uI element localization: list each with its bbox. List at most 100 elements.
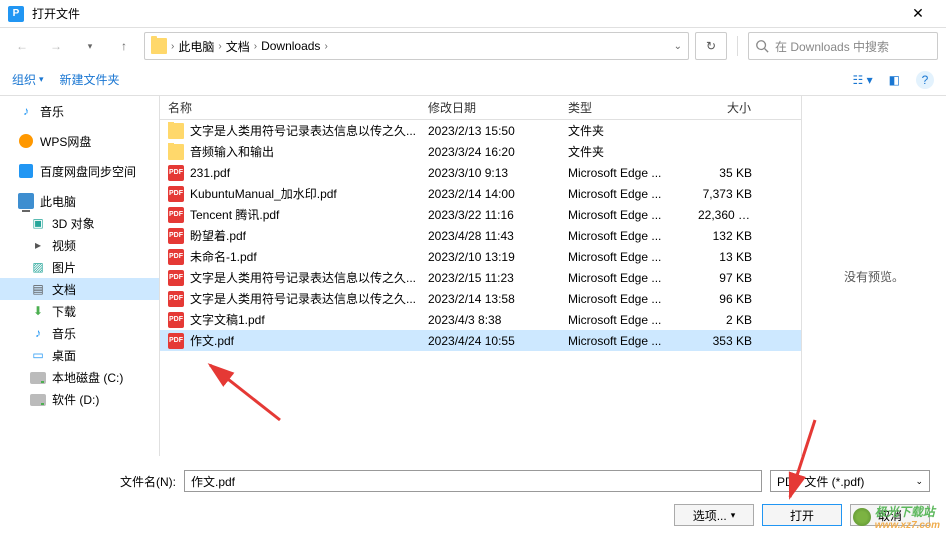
file-date: 2023/4/24 10:55 [420, 334, 560, 348]
view-mode-button[interactable]: ☷ ▾ [853, 73, 873, 87]
help-button[interactable]: ? [916, 71, 934, 89]
back-button[interactable]: ← [8, 33, 36, 59]
sidebar-item[interactable]: ▸视频 [0, 234, 159, 256]
address-dropdown-icon[interactable]: ⌄ [674, 41, 682, 52]
pdf-icon: PDF [168, 291, 184, 307]
file-date: 2023/2/14 14:00 [420, 187, 560, 201]
app-icon: P [8, 6, 24, 22]
address-bar[interactable]: › 此电脑 › 文档 › Downloads › ⌄ [144, 32, 689, 60]
file-date: 2023/3/22 11:16 [420, 208, 560, 222]
file-date: 2023/3/10 9:13 [420, 166, 560, 180]
pc-icon [18, 193, 34, 209]
file-row[interactable]: PDFTencent 腾讯.pdf2023/3/22 11:16Microsof… [160, 204, 801, 225]
file-size: 2 KB [690, 313, 760, 327]
pdf-icon: PDF [168, 186, 184, 202]
col-header-size[interactable]: 大小 [690, 96, 760, 119]
file-row[interactable]: PDF 231.pdf 2023/3/10 9:13Microsoft Edge .… [160, 162, 801, 183]
sidebar-item[interactable]: 百度网盘同步空间 [0, 160, 159, 182]
file-type: Microsoft Edge ... [560, 271, 690, 285]
sidebar-item-label: 软件 (D:) [52, 391, 99, 408]
file-size: 7,373 KB [690, 187, 760, 201]
file-type: 文件夹 [560, 143, 690, 160]
new-folder-button[interactable]: 新建文件夹 [60, 71, 120, 88]
sidebar-item[interactable]: ▭ 桌面 [0, 344, 159, 366]
col-header-name[interactable]: 名称 [160, 96, 420, 119]
close-button[interactable]: ✕ [898, 5, 938, 22]
sidebar-item[interactable]: ▣3D 对象 [0, 212, 159, 234]
desktop-icon: ▭ [30, 347, 46, 363]
watermark-logo-icon [853, 508, 871, 526]
search-input[interactable]: 在 Downloads 中搜索 [748, 32, 938, 60]
forward-button[interactable]: → [42, 33, 70, 59]
file-size: 96 KB [690, 292, 760, 306]
folder-icon [151, 38, 167, 54]
file-name: 231.pdf [190, 166, 230, 180]
breadcrumb-seg[interactable]: 此电脑 [178, 38, 214, 55]
file-row[interactable]: PDF未命名-1.pdf2023/2/10 13:19Microsoft Edg… [160, 246, 801, 267]
window-title: 打开文件 [32, 5, 898, 22]
recent-dropdown[interactable]: ▾ [76, 33, 104, 59]
file-name: 文字是人类用符号记录表达信息以传之久... [190, 290, 416, 307]
sidebar-item[interactable]: ▤文档 [0, 278, 159, 300]
file-row[interactable]: 音频输入和输出2023/3/24 16:20文件夹 [160, 141, 801, 162]
pdf-icon: PDF [168, 333, 184, 349]
col-header-date[interactable]: 修改日期 [420, 96, 560, 119]
video-icon: ▸ [30, 237, 46, 253]
breadcrumb-seg[interactable]: Downloads [261, 39, 320, 53]
disk-icon [30, 391, 46, 407]
sidebar-item[interactable]: ♪音乐 [0, 100, 159, 122]
file-type: Microsoft Edge ... [560, 229, 690, 243]
file-type: Microsoft Edge ... [560, 166, 690, 180]
folder-icon [168, 123, 184, 139]
sidebar-item[interactable]: 软件 (D:) [0, 388, 159, 410]
open-button[interactable]: 打开 [762, 504, 842, 526]
footer: 文件名(N): PDF 文件 (*.pdf) ⌄ 选项... 打开 取消 [0, 456, 946, 534]
file-name: Tencent 腾讯.pdf [190, 206, 279, 223]
file-row[interactable]: PDFKubuntuManual_加水印.pdf2023/2/14 14:00M… [160, 183, 801, 204]
file-date: 2023/2/13 15:50 [420, 124, 560, 138]
watermark: 极光下载站 www.xz7.com [853, 503, 940, 531]
up-button[interactable]: ↑ [110, 33, 138, 59]
file-size: 35 KB [690, 166, 760, 180]
file-row[interactable]: PDF文字是人类用符号记录表达信息以传之久...2023/2/15 11:23M… [160, 267, 801, 288]
file-date: 2023/4/3 8:38 [420, 313, 560, 327]
options-button[interactable]: 选项... [674, 504, 754, 526]
file-row[interactable]: 文字是人类用符号记录表达信息以传之久...2023/2/13 15:50文件夹 [160, 120, 801, 141]
search-icon [755, 39, 769, 53]
pdf-icon: PDF [168, 165, 184, 181]
file-type-filter[interactable]: PDF 文件 (*.pdf) ⌄ [770, 470, 930, 492]
titlebar: P 打开文件 ✕ [0, 0, 946, 28]
sidebar-item-label: 百度网盘同步空间 [40, 163, 136, 180]
sidebar-item[interactable]: 此电脑 [0, 190, 159, 212]
preview-toggle-button[interactable]: ◧ [889, 73, 900, 87]
chevron-right-icon: › [254, 41, 257, 52]
file-size: 13 KB [690, 250, 760, 264]
chevron-down-icon: ⌄ [915, 476, 923, 487]
sidebar-item[interactable]: 本地磁盘 (C:) [0, 366, 159, 388]
file-row[interactable]: PDF作文.pdf2023/4/24 10:55Microsoft Edge .… [160, 330, 801, 351]
organize-button[interactable]: 组织▾ [12, 71, 44, 88]
sidebar-item-label: WPS网盘 [40, 133, 91, 150]
search-placeholder: 在 Downloads 中搜索 [775, 38, 889, 55]
disk-icon [30, 369, 46, 385]
col-header-type[interactable]: 类型 [560, 96, 690, 119]
sidebar-item[interactable]: ⬇下载 [0, 300, 159, 322]
file-row[interactable]: PDF文字文稿1.pdf2023/4/3 8:38Microsoft Edge … [160, 309, 801, 330]
breadcrumb-seg[interactable]: 文档 [226, 38, 250, 55]
3d-icon: ▣ [30, 215, 46, 231]
navbar: ← → ▾ ↑ › 此电脑 › 文档 › Downloads › ⌄ ↻ 在 D… [0, 28, 946, 64]
sidebar-item[interactable]: WPS网盘 [0, 130, 159, 152]
refresh-button[interactable]: ↻ [695, 32, 727, 60]
file-date: 2023/2/14 13:58 [420, 292, 560, 306]
preview-text: 没有预览。 [844, 268, 904, 285]
filename-input[interactable] [184, 470, 762, 492]
sidebar-item[interactable]: ♪音乐 [0, 322, 159, 344]
file-size: 22,360 KB [690, 208, 760, 222]
sidebar-item-label: 桌面 [52, 347, 76, 364]
file-row[interactable]: PDF盼望着.pdf2023/4/28 11:43Microsoft Edge … [160, 225, 801, 246]
pdf-icon: PDF [168, 312, 184, 328]
file-type: Microsoft Edge ... [560, 208, 690, 222]
file-row[interactable]: PDF文字是人类用符号记录表达信息以传之久...2023/2/14 13:58M… [160, 288, 801, 309]
file-name: 音频输入和输出 [190, 143, 274, 160]
sidebar-item[interactable]: ▨图片 [0, 256, 159, 278]
